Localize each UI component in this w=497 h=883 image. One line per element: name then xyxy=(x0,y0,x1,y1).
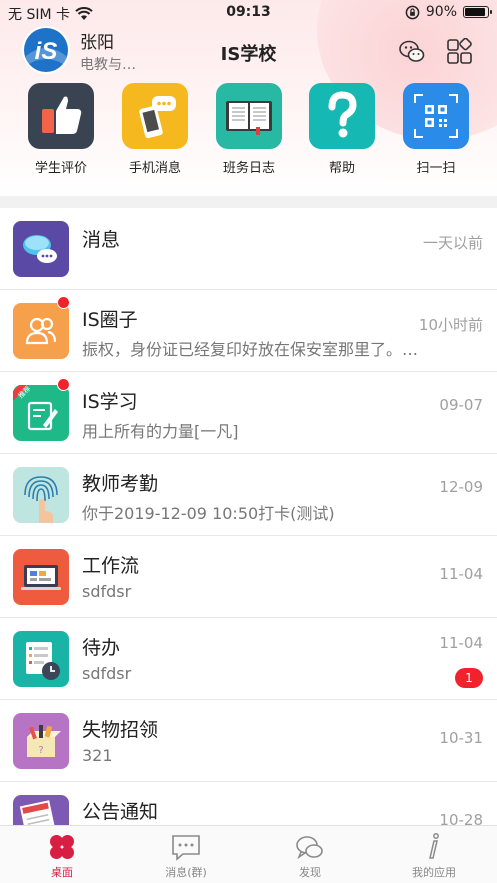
learning-icon: 推荐 xyxy=(13,385,69,441)
tab-label: 消息(群) xyxy=(165,866,207,879)
quick-action-help[interactable]: 帮助 xyxy=(297,83,387,176)
list-item-subtitle: 你于2019-12-09 10:50打卡(测试) xyxy=(82,504,335,523)
list-item-todo[interactable]: 待办 sdfdsr 11-04 1 xyxy=(0,618,497,700)
tab-my-apps[interactable]: 我的应用 xyxy=(372,826,496,883)
qr-scan-icon xyxy=(403,83,469,149)
bottom-tab-bar: 桌面 消息(群) 发现 我的应用 xyxy=(0,825,497,883)
app-list: 消息 一天以前 IS圈子 振权，身份证已经复印好放在保安室那里了。… 10小时前 xyxy=(0,208,497,864)
unread-dot xyxy=(57,378,70,391)
phone-message-icon xyxy=(122,83,188,149)
battery-percent: 90% xyxy=(425,4,457,20)
apps-grid-button[interactable] xyxy=(446,37,474,66)
workflow-icon xyxy=(13,549,69,605)
quick-action-class-log[interactable]: 班务日志 xyxy=(204,83,294,176)
book-icon xyxy=(216,83,282,149)
list-item-subtitle: 用上所有的力量[一凡] xyxy=(82,422,239,441)
desktop-icon xyxy=(47,832,77,862)
section-divider xyxy=(0,196,497,208)
svg-text:?: ? xyxy=(38,745,43,756)
list-item-title: 工作流 xyxy=(82,555,140,577)
apps-grid-icon xyxy=(447,37,472,64)
quick-action-label: 手机消息 xyxy=(128,161,181,176)
list-item-time: 09-07 xyxy=(439,396,483,414)
my-apps-icon xyxy=(419,832,449,862)
list-item-time: 11-04 xyxy=(439,565,483,583)
list-item-is-circle[interactable]: IS圈子 振权，身份证已经复印好放在保安室那里了。… 10小时前 xyxy=(0,290,497,372)
quick-actions: 学生评价 手机消息 班务日志 帮助 扫一扫 xyxy=(0,83,497,183)
list-item-time: 10小时前 xyxy=(418,316,483,334)
tab-messages-group[interactable]: 消息(群) xyxy=(124,826,248,883)
quick-action-phone-message[interactable]: 手机消息 xyxy=(110,83,200,176)
wechat-button[interactable] xyxy=(398,38,426,66)
discover-icon xyxy=(295,832,325,862)
unread-count-badge: 1 xyxy=(455,668,483,688)
wechat-icon xyxy=(399,40,425,62)
list-item-messages[interactable]: 消息 一天以前 xyxy=(0,208,497,290)
todo-icon xyxy=(13,631,69,687)
orientation-lock-icon xyxy=(405,5,420,19)
list-item-lost-found[interactable]: ? 失物招领 321 10-31 xyxy=(0,700,497,782)
quick-action-label: 学生评价 xyxy=(34,161,87,176)
thumbs-up-icon xyxy=(28,83,94,149)
quick-action-scan[interactable]: 扫一扫 xyxy=(391,83,481,176)
status-bar: 无 SIM 卡 09:13 90% xyxy=(0,0,497,26)
battery-icon xyxy=(463,6,492,18)
message-group-icon xyxy=(171,832,201,862)
list-item-is-learning[interactable]: 推荐 IS学习 用上所有的力量[一凡] 09-07 xyxy=(0,372,497,454)
list-item-subtitle: 振权，身份证已经复印好放在保安室那里了。… xyxy=(82,340,419,359)
list-item-subtitle: 321 xyxy=(82,746,113,765)
app-header: iS 张阳 电教与… IS学校 xyxy=(0,24,497,80)
list-item-subtitle: sdfdsr xyxy=(82,664,132,683)
list-item-title: 公告通知 xyxy=(82,801,159,823)
list-item-time: 10-31 xyxy=(439,729,483,747)
tab-desktop[interactable]: 桌面 xyxy=(0,826,124,883)
list-item-title: IS学习 xyxy=(82,391,138,413)
list-item-subtitle: sdfdsr xyxy=(82,582,132,601)
lost-found-icon: ? xyxy=(13,713,69,769)
tab-discover[interactable]: 发现 xyxy=(248,826,372,883)
list-item-workflow[interactable]: 工作流 sdfdsr 11-04 xyxy=(0,536,497,618)
quick-action-label: 帮助 xyxy=(328,161,355,176)
list-item-title: 待办 xyxy=(82,637,121,659)
fingerprint-icon xyxy=(13,467,69,523)
list-item-teacher-attendance[interactable]: 教师考勤 你于2019-12-09 10:50打卡(测试) 12-09 xyxy=(0,454,497,536)
list-item-time: 12-09 xyxy=(439,478,483,496)
quick-action-label: 班务日志 xyxy=(222,161,275,176)
help-icon xyxy=(309,83,375,149)
list-item-time: 一天以前 xyxy=(422,234,483,252)
tab-label: 桌面 xyxy=(51,866,73,879)
tab-label: 发现 xyxy=(299,866,321,879)
list-item-title: 失物招领 xyxy=(82,719,159,741)
tab-label: 我的应用 xyxy=(412,866,456,879)
people-icon xyxy=(13,303,69,359)
quick-action-student-evaluation[interactable]: 学生评价 xyxy=(16,83,106,176)
unread-dot xyxy=(57,296,70,309)
list-item-title: IS圈子 xyxy=(82,309,138,331)
list-item-title: 消息 xyxy=(82,229,121,251)
quick-action-label: 扫一扫 xyxy=(416,161,456,176)
list-item-time: 11-04 xyxy=(439,634,483,652)
chat-bubbles-icon xyxy=(13,221,69,277)
list-item-title: 教师考勤 xyxy=(82,473,159,495)
